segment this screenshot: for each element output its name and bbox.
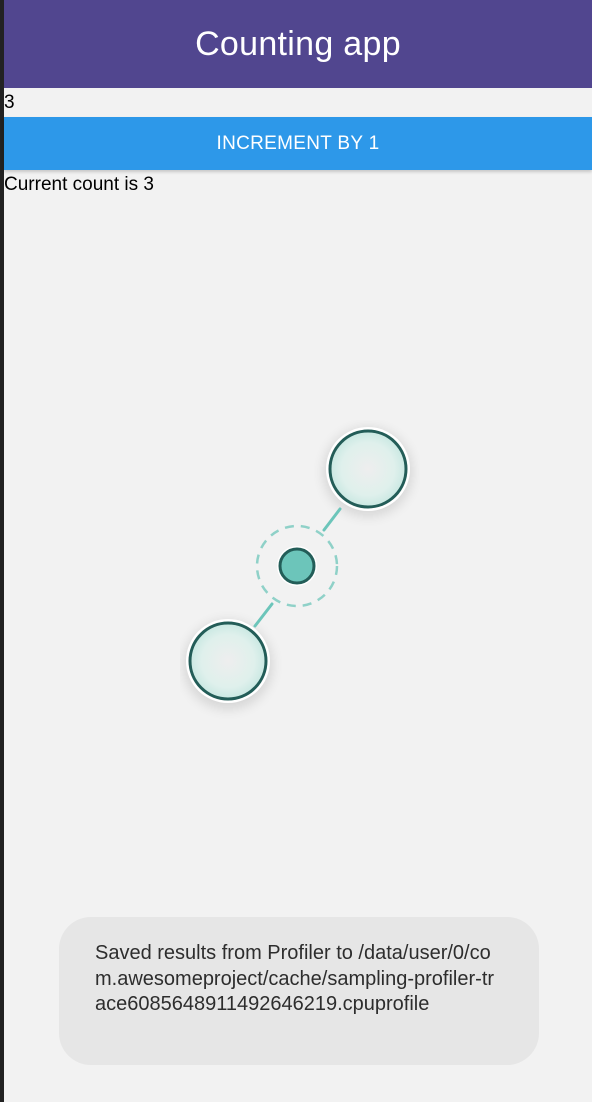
center-dot [278, 547, 316, 585]
toast-message: Saved results from Profiler to /data/use… [95, 942, 495, 1015]
count-input[interactable] [4, 90, 584, 116]
connector-line-top [322, 507, 342, 532]
app-title: Counting app [195, 24, 401, 63]
toast-notification: Saved results from Profiler to /data/use… [59, 917, 539, 1065]
increment-button[interactable]: INCREMENT BY 1 [4, 117, 592, 170]
pinch-zoom-gesture-icon [184, 427, 412, 709]
current-count-text: Current count is 3 [4, 174, 154, 195]
touch-point-bottom [188, 621, 268, 701]
app-bar: Counting app [4, 0, 592, 88]
app-screen: Counting app INCREMENT BY 1 Current coun… [0, 0, 592, 1102]
connector-line-bottom [253, 602, 274, 628]
touch-point-top [328, 429, 408, 509]
